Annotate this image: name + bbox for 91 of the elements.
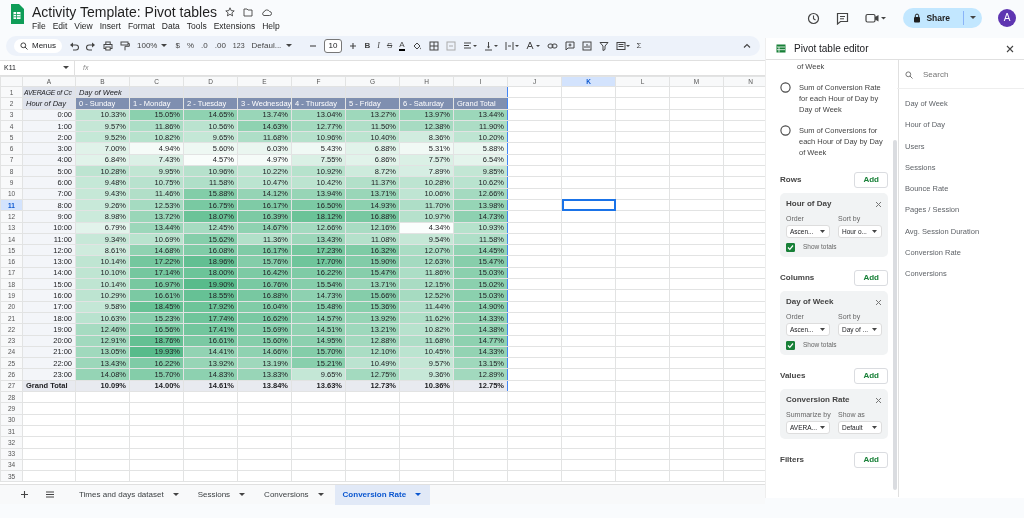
font-size-field[interactable]: 10: [323, 39, 343, 53]
checkbox[interactable]: [786, 340, 795, 350]
search-field[interactable]: Search: [921, 68, 1011, 82]
filter-icon[interactable]: [598, 41, 609, 51]
folder-icon[interactable]: [242, 7, 253, 17]
share-button[interactable]: Share: [903, 8, 982, 28]
menu-item[interactable]: Data: [161, 20, 180, 33]
caret-icon: [160, 42, 169, 50]
minus-icon[interactable]: [308, 42, 317, 50]
text-rotation-icon[interactable]: [525, 41, 540, 51]
document-title[interactable]: Activity Template: Pivot tables: [32, 4, 217, 20]
all-sheets-icon[interactable]: [45, 490, 55, 499]
bold-button[interactable]: B: [364, 40, 371, 52]
add-button[interactable]: Add: [854, 452, 888, 469]
fill-color-icon[interactable]: [411, 41, 422, 51]
sheets-logo-icon: [10, 4, 24, 24]
section-label: Filters: [780, 454, 804, 467]
menu-item[interactable]: View: [74, 20, 93, 33]
menu-item[interactable]: File: [32, 20, 46, 33]
vertical-align-icon[interactable]: [483, 41, 498, 51]
strikethrough-button[interactable]: S: [386, 40, 393, 52]
italic-button[interactable]: I: [377, 40, 380, 52]
add-button[interactable]: Add: [854, 270, 888, 286]
field-name: Day of Week: [786, 296, 834, 308]
borders-icon[interactable]: [428, 41, 439, 51]
star-icon[interactable]: [224, 7, 235, 17]
search-icon: [905, 71, 913, 79]
caret-icon: [62, 64, 70, 72]
menus-search-field[interactable]: Menus: [14, 39, 62, 53]
caret-icon: [871, 325, 878, 333]
section-label: Values: [780, 370, 806, 382]
print-icon[interactable]: [103, 41, 113, 51]
chart-icon[interactable]: [581, 41, 592, 51]
history-icon[interactable]: [807, 11, 821, 25]
increase-decimal-button[interactable]: .00: [214, 40, 226, 52]
menu-item[interactable]: Edit: [52, 20, 68, 33]
section-label: Columns: [780, 272, 815, 284]
menu-item[interactable]: Extensions: [213, 20, 256, 33]
search-icon: [20, 42, 28, 50]
merge-cells-icon[interactable]: [445, 41, 456, 51]
sheet-tab[interactable]: Conversions: [256, 484, 333, 505]
currency-button[interactable]: $: [175, 40, 180, 52]
caret-icon: [871, 423, 878, 431]
text-color-button[interactable]: A: [399, 41, 405, 51]
pivot-table-icon: [776, 44, 786, 53]
avatar[interactable]: A: [998, 9, 1016, 27]
functions-button[interactable]: Σ: [636, 40, 642, 52]
selected-cell[interactable]: [561, 199, 616, 211]
caret-icon: [171, 490, 180, 499]
align-left-icon[interactable]: [462, 41, 477, 51]
close-icon[interactable]: [1006, 44, 1014, 53]
caret-icon: [871, 227, 878, 235]
redo-icon[interactable]: [86, 41, 96, 51]
percent-button[interactable]: %: [186, 40, 195, 52]
zoom-dropdown[interactable]: 100%: [137, 40, 169, 52]
caret-icon: [414, 490, 423, 499]
caret-icon: [238, 490, 247, 499]
checkbox[interactable]: [786, 242, 795, 252]
link-icon[interactable]: [546, 41, 558, 51]
cloud-icon: [260, 7, 272, 17]
menu-item[interactable]: Help: [262, 20, 280, 33]
font-dropdown[interactable]: Defaul...: [251, 40, 302, 52]
insert-comment-icon[interactable]: [564, 41, 575, 51]
sheet-tab[interactable]: Conversion Rate: [334, 484, 431, 505]
collapse-icon[interactable]: [742, 41, 752, 51]
video-call-icon[interactable]: [865, 12, 888, 24]
sheet-tab[interactable]: Times and days dataset: [71, 484, 188, 505]
menu-item[interactable]: Format: [127, 20, 155, 33]
menu-item[interactable]: Insert: [99, 20, 121, 33]
sheet-tab[interactable]: Sessions: [189, 484, 255, 505]
caret-icon: [969, 14, 977, 22]
menu-item[interactable]: Tools: [186, 20, 207, 33]
comment-icon[interactable]: [836, 11, 850, 25]
panel-title: Pivot table editor: [794, 42, 870, 56]
add-sheet-icon[interactable]: [20, 490, 29, 499]
field-name: Conversion Rate: [786, 394, 850, 406]
filter-views-icon[interactable]: [615, 41, 630, 51]
section-label: Rows: [780, 174, 802, 186]
lock-icon: [913, 13, 922, 23]
decrease-decimal-button[interactable]: .0: [201, 40, 208, 52]
paint-format-icon[interactable]: [120, 41, 130, 51]
plus-icon[interactable]: [349, 42, 358, 50]
caret-icon: [285, 42, 294, 50]
undo-icon[interactable]: [69, 41, 79, 51]
field-name: Hour of Day: [786, 198, 832, 210]
caret-icon: [819, 423, 826, 431]
add-button[interactable]: Add: [854, 368, 888, 384]
caret-icon: [316, 490, 325, 499]
caret-icon: [819, 325, 826, 333]
add-button[interactable]: Add: [854, 172, 888, 188]
caret-icon: [819, 227, 826, 235]
